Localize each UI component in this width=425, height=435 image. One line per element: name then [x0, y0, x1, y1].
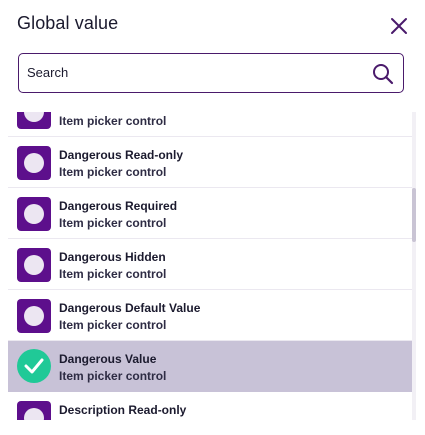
list-item[interactable]: Item picker control [8, 112, 412, 137]
list-item-subtitle: Item picker control [59, 165, 167, 179]
avatar-circle-icon [17, 197, 51, 231]
avatar-dot [24, 255, 44, 275]
avatar-circle-icon [17, 146, 51, 180]
close-icon [391, 18, 407, 34]
list-item[interactable]: Dangerous Read-only Item picker control [8, 137, 412, 188]
avatar-circle-icon [17, 299, 51, 333]
list-item-title: Dangerous Required [59, 199, 178, 213]
checkmark-icon [17, 349, 51, 383]
avatar-dot [24, 153, 44, 173]
list-item-title: Dangerous Hidden [59, 250, 166, 264]
list-item[interactable]: Dangerous Default Value Item picker contr… [8, 290, 412, 341]
list-item-title: Dangerous Default Value [59, 301, 201, 315]
list-item[interactable]: Dangerous Hidden Item picker control [8, 239, 412, 290]
list-scrollbar[interactable] [412, 112, 416, 420]
avatar-circle-icon [17, 401, 51, 420]
avatar-circle-icon [17, 112, 51, 129]
dialog-title: Global value [17, 13, 119, 33]
global-value-dialog: Global value Item picker controlDangerou… [0, 0, 425, 435]
list-item-title: Description Read-only [59, 403, 187, 417]
dialog-header: Global value [0, 0, 425, 50]
list-item-subtitle: Item picker control [59, 114, 167, 128]
close-button[interactable] [386, 13, 412, 39]
list-item-subtitle: Item picker control [59, 318, 167, 332]
value-list[interactable]: Item picker control Dangerous Read-only It… [8, 112, 412, 420]
list-item[interactable]: Dangerous Value Item picker control [8, 341, 412, 392]
list-item-title: Dangerous Value [59, 352, 157, 366]
list-item-subtitle: Item picker control [59, 216, 167, 230]
avatar-dot [24, 204, 44, 224]
search-icon[interactable] [371, 62, 395, 86]
list-item[interactable]: Description Read-only [8, 392, 412, 420]
avatar-dot [24, 408, 44, 420]
search-input[interactable] [27, 54, 357, 91]
avatar-dot [24, 306, 44, 326]
search-box[interactable] [18, 53, 404, 93]
scrollbar-thumb[interactable] [412, 188, 416, 242]
avatar-circle-icon [17, 248, 51, 282]
list-item-title: Dangerous Read-only [59, 148, 184, 162]
avatar-dot [24, 112, 44, 122]
list-item-subtitle: Item picker control [59, 267, 167, 281]
list-item-subtitle: Item picker control [59, 369, 167, 383]
list-item[interactable]: Dangerous Required Item picker control [8, 188, 412, 239]
